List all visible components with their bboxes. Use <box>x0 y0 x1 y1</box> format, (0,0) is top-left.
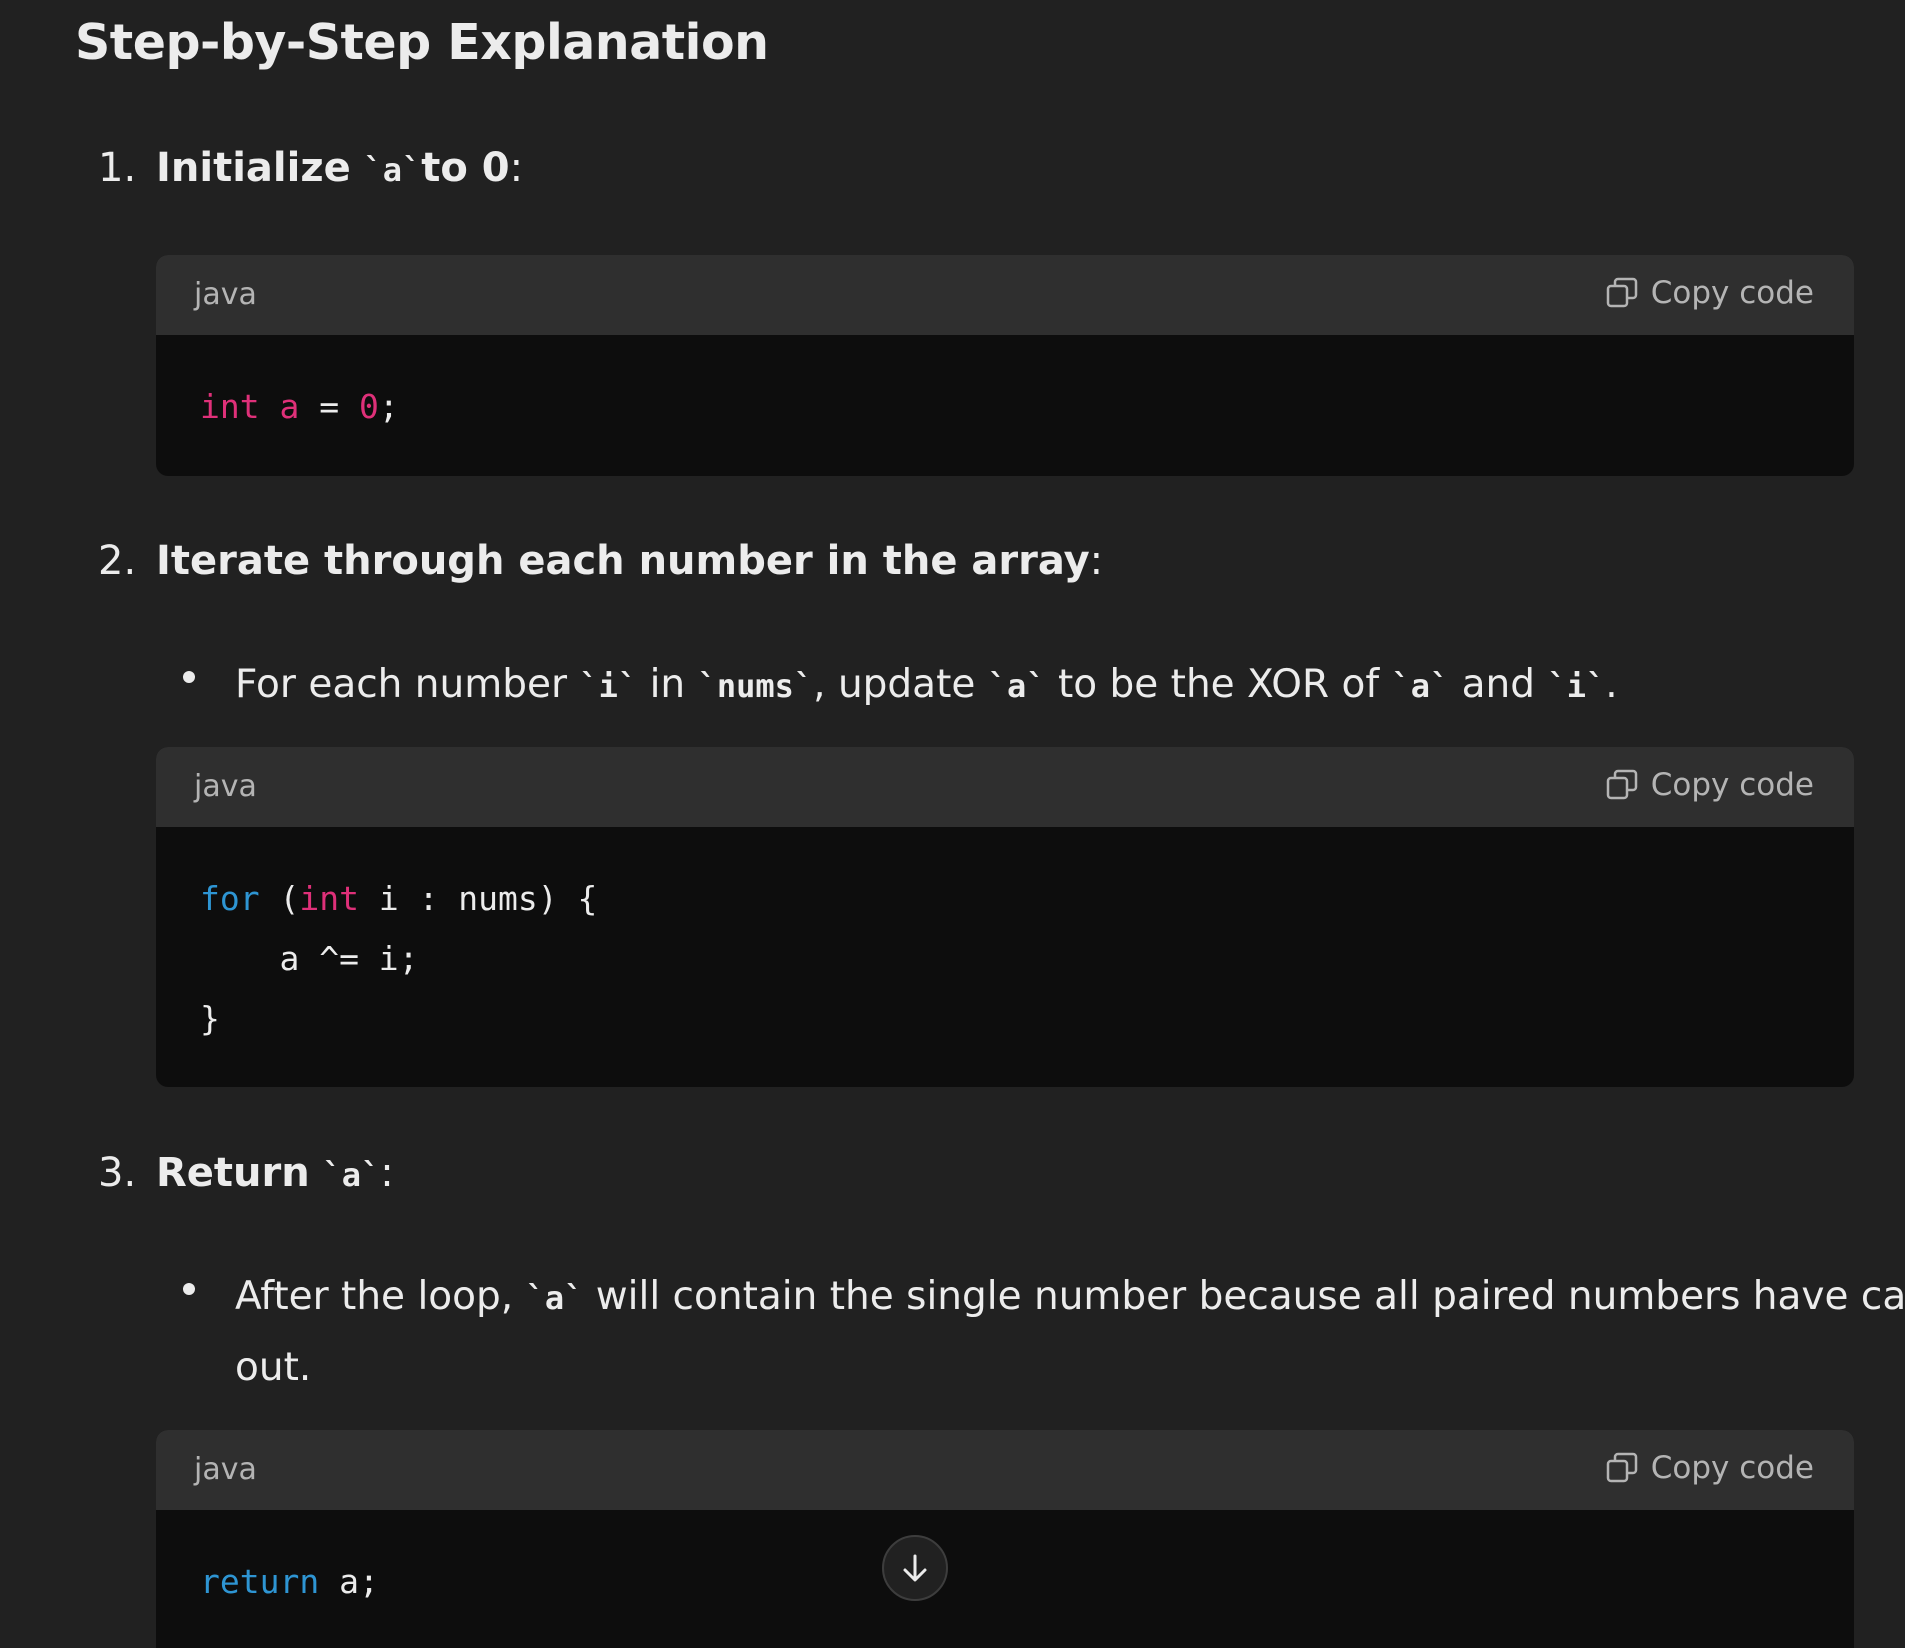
bullet-text: After the loop, `a` will contain the sin… <box>235 1262 1905 1403</box>
bullet-text-segment: After the loop, <box>235 1274 526 1319</box>
step-title: Initialize <box>156 145 351 191</box>
code-header: java Copy code <box>156 255 1854 335</box>
inline-code: `a` <box>1391 667 1450 705</box>
copy-code-label: Copy code <box>1650 275 1814 311</box>
code-block-3: java Copy code return a; <box>156 1430 1854 1648</box>
code-header: java Copy code <box>156 747 1854 827</box>
code-token: int <box>299 879 359 918</box>
step-title: Return <box>156 1150 310 1196</box>
code-token: ; <box>378 387 399 426</box>
step-suffix: : <box>380 1150 394 1196</box>
copy-code-button[interactable]: Copy code <box>1605 1450 1814 1486</box>
code-token: int <box>200 387 260 426</box>
code-body: for (int i : nums) { a ^= i;} <box>156 827 1854 1049</box>
copy-code-button[interactable]: Copy code <box>1605 275 1814 311</box>
inline-code: `a` <box>525 1279 584 1317</box>
code-token: a <box>279 387 300 426</box>
code-token: a; <box>319 1562 379 1601</box>
code-line: return a; <box>200 1552 1810 1612</box>
step-title: Iterate through each number in the array <box>156 538 1090 584</box>
step-number: 3. <box>98 1150 137 1196</box>
code-body: int a = 0; <box>156 335 1854 437</box>
inline-code: `i` <box>579 667 638 705</box>
section-heading: Step-by-Step Explanation <box>75 14 769 71</box>
copy-icon <box>1606 1452 1637 1483</box>
code-token: ( <box>259 879 300 918</box>
step-suffix: : <box>509 145 524 191</box>
copy-icon <box>1606 769 1637 800</box>
code-token: = <box>299 387 359 426</box>
bullet-1: For each number `i` in `nums`, update `a… <box>183 650 1883 720</box>
code-line: for (int i : nums) { <box>200 869 1810 929</box>
code-token: return <box>200 1562 320 1601</box>
copy-code-button[interactable]: Copy code <box>1605 767 1814 803</box>
bullet-text-segment: and <box>1449 662 1548 707</box>
code-line: a ^= i; <box>200 929 1810 989</box>
step-number: 2. <box>98 538 137 584</box>
bullet-2: After the loop, `a` will contain the sin… <box>183 1262 1905 1402</box>
code-block-1: java Copy code int a = 0; <box>156 255 1854 476</box>
scroll-to-bottom-button[interactable] <box>882 1535 948 1601</box>
inline-code: `i` <box>1547 667 1606 705</box>
bullet-text-segment: For each number <box>235 662 580 707</box>
inline-code: `a` <box>363 151 422 189</box>
code-language: java <box>194 1452 257 1487</box>
bullet-text-segment: will contain the single number because a… <box>583 1274 1905 1319</box>
inline-code: `a` <box>987 667 1046 705</box>
code-header: java Copy code <box>156 1430 1854 1510</box>
code-block-2: java Copy code for (int i : nums) { a ^=… <box>156 747 1854 1087</box>
copy-icon <box>1606 277 1637 308</box>
code-token: a ^= i; <box>200 939 419 978</box>
bullet-line-2: out. <box>235 1345 312 1390</box>
copy-code-label: Copy code <box>1650 1450 1814 1486</box>
bullet-dot <box>183 671 195 683</box>
code-body: return a; <box>156 1510 1854 1612</box>
step-3: 3. Return `a` : <box>98 1150 394 1196</box>
bullet-text-segment: , update <box>813 662 988 707</box>
bullet-text-segment: to be the XOR of <box>1045 662 1392 707</box>
code-token: i : nums) { <box>358 879 598 918</box>
chat-message: Step-by-Step Explanation 1. Initialize `… <box>0 0 1905 1648</box>
step-2: 2. Iterate through each number in the ar… <box>98 538 1103 584</box>
inline-code: `a` <box>322 1156 381 1194</box>
bullet-text-segment: . <box>1605 662 1618 707</box>
code-language: java <box>194 769 257 804</box>
step-suffix: : <box>1089 538 1104 584</box>
step-1: 1. Initialize `a` to 0 : <box>98 145 523 191</box>
code-token: } <box>200 999 220 1038</box>
bullet-line-1: After the loop, `a` will contain the sin… <box>235 1274 1905 1319</box>
code-token: for <box>200 879 260 918</box>
bullet-dot <box>183 1283 195 1295</box>
arrow-down-icon <box>903 1554 927 1582</box>
code-token: 0 <box>358 387 379 426</box>
code-line: int a = 0; <box>200 377 1810 437</box>
step-title-after: to 0 <box>421 145 510 191</box>
step-number: 1. <box>98 145 137 191</box>
code-line: } <box>200 989 1810 1049</box>
code-language: java <box>194 277 257 312</box>
bullet-text-segment: in <box>637 662 698 707</box>
inline-code: `nums` <box>697 667 814 705</box>
bullet-text: For each number `i` in `nums`, update `a… <box>235 650 1618 721</box>
copy-code-label: Copy code <box>1650 767 1814 803</box>
